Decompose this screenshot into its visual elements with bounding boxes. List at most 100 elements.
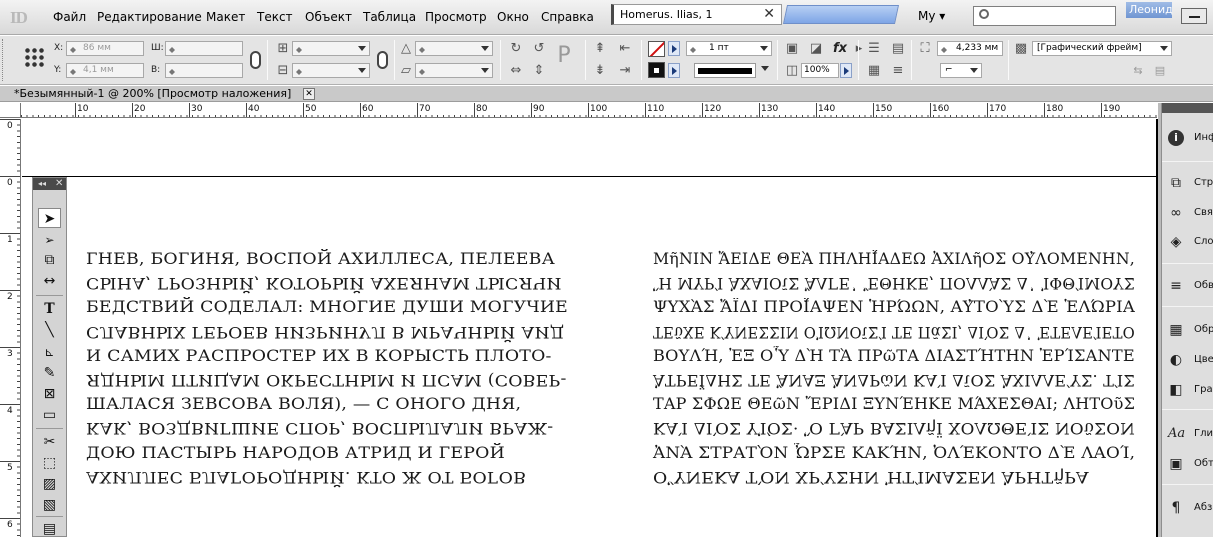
page-tool-icon[interactable]: ⧉: [38, 250, 61, 270]
panel-grip[interactable]: [2, 39, 5, 81]
close-icon[interactable]: ✕: [55, 178, 63, 189]
menu-window[interactable]: Окно: [497, 10, 529, 24]
gradient-feather-tool-icon[interactable]: ▧: [38, 495, 61, 515]
select-next-icon[interactable]: ⇥: [617, 63, 633, 79]
text-frame-greek[interactable]: ΜῆΝΙΝ ἌΕΙΔΕ ΘΕᾺ ΠΗΛΗΪ́ΑΔΕΩ ἈΧΙΛῆΟΣ ΟΥ̓ΛΟ…: [653, 247, 1135, 489]
corner-shape-select[interactable]: ⌐: [940, 63, 982, 78]
menu-object[interactable]: Объект: [305, 10, 352, 24]
free-transform-tool-icon[interactable]: ⬚: [38, 453, 61, 473]
chevron-down-icon[interactable]: [478, 42, 492, 55]
vertical-ruler[interactable]: 0 0 1 2 3 4 5 6: [0, 119, 21, 537]
scale-y-field[interactable]: [292, 63, 370, 78]
dock-item-layers[interactable]: ◈ Сло: [1162, 228, 1213, 256]
opacity-field[interactable]: 100%: [801, 63, 839, 78]
reference-point-icon[interactable]: [24, 47, 44, 67]
close-icon[interactable]: ✕: [763, 6, 775, 22]
close-icon[interactable]: ✕: [303, 88, 315, 100]
document-tab[interactable]: Homerus. Ilias, 1 ✕: [611, 4, 782, 25]
text-wrap-none-icon[interactable]: ☰: [866, 41, 882, 57]
workspace-select[interactable]: My ▾: [918, 9, 945, 23]
chevron-down-icon[interactable]: [355, 64, 369, 77]
chevron-down-icon[interactable]: [757, 42, 771, 55]
gap-tool-icon[interactable]: ↔: [38, 271, 61, 291]
text-frame-russian[interactable]: ГНЕВ, БОГИНЯ, ВОСПОЙ АХИЛЛЕСА, ПЕЛЕЕВА СЫ…: [86, 247, 568, 489]
note-tool-icon[interactable]: ▤: [38, 519, 61, 537]
stroke-swatch[interactable]: [648, 41, 665, 57]
pen-tool-icon[interactable]: ⊾: [38, 342, 61, 362]
rectangle-frame-tool-icon[interactable]: ⊠: [38, 384, 61, 404]
shear-field[interactable]: [415, 63, 493, 78]
clear-overrides-icon[interactable]: ⇆: [1130, 63, 1146, 79]
chevron-down-icon[interactable]: [478, 64, 492, 77]
select-container-icon[interactable]: ⇞: [592, 41, 608, 57]
dock-item-gradient[interactable]: ◧ Гра: [1162, 376, 1213, 404]
spin-icon[interactable]: [69, 66, 77, 75]
rotate-ccw-icon[interactable]: ↺: [531, 41, 547, 57]
fill-swatch-menu[interactable]: [668, 63, 680, 78]
h-field[interactable]: [165, 63, 243, 78]
collapse-icon[interactable]: ◂◂: [38, 179, 46, 188]
constrain-proportions-icon[interactable]: [250, 51, 261, 69]
w-field[interactable]: [165, 41, 243, 56]
menu-file[interactable]: Файл: [53, 10, 86, 24]
scissors-tool-icon[interactable]: ✂: [38, 432, 61, 452]
dock-item-text-wrap[interactable]: ▣ Обт: [1162, 450, 1213, 478]
flip-h-icon[interactable]: ⇔: [508, 63, 524, 79]
type-tool-icon[interactable]: T: [38, 299, 61, 319]
chevron-down-icon[interactable]: [967, 64, 981, 77]
spin-icon[interactable]: [295, 66, 303, 75]
horizontal-ruler[interactable]: 10 20 30 40 50 60 70 80 90 100 110 120 130 140 150 160 1…: [21, 103, 1157, 118]
opacity-menu[interactable]: [840, 63, 852, 78]
effects-icon[interactable]: fx: [832, 41, 848, 57]
spin-icon[interactable]: [689, 44, 697, 53]
ruler-origin[interactable]: [0, 103, 21, 118]
menu-layout[interactable]: Макет: [206, 10, 245, 24]
menu-view[interactable]: Просмотр: [425, 10, 487, 24]
y-field[interactable]: 4,1 мм: [66, 63, 144, 78]
dock-item-swatches[interactable]: ▦ Обр: [1162, 316, 1213, 344]
rotate-cw-icon[interactable]: ↻: [508, 41, 524, 57]
rotate-field[interactable]: [415, 41, 493, 56]
drop-shadow-icon[interactable]: ▣: [784, 41, 800, 57]
minimize-button[interactable]: [1181, 8, 1207, 24]
dock-item-color[interactable]: ◐ Цве: [1162, 346, 1213, 374]
dock-item-pages[interactable]: ⧉ Стр: [1162, 169, 1213, 197]
pencil-tool-icon[interactable]: ✎: [38, 363, 61, 383]
effects-menu-icon[interactable]: ▸: [851, 41, 867, 57]
document-tab-inactive[interactable]: [782, 5, 900, 24]
spin-icon[interactable]: [418, 44, 426, 53]
offset-field[interactable]: 4,233 мм: [937, 41, 1003, 56]
chevron-down-icon[interactable]: [1157, 42, 1171, 55]
select-content-icon[interactable]: ⇟: [592, 63, 608, 79]
rectangle-tool-icon[interactable]: ▭: [38, 405, 61, 425]
text-wrap-shape-icon[interactable]: ▦: [866, 63, 882, 79]
dock-item-links[interactable]: ∞ Свя: [1162, 199, 1213, 227]
menu-edit[interactable]: Редактирование: [97, 10, 202, 24]
menu-table[interactable]: Таблица: [363, 10, 416, 24]
dock-item-stroke[interactable]: ≡ Обв: [1162, 272, 1213, 300]
gradient-tool-icon[interactable]: ▨: [38, 474, 61, 494]
direct-selection-tool-icon[interactable]: ➢: [38, 230, 61, 250]
scale-x-field[interactable]: [292, 41, 370, 56]
spin-icon[interactable]: [418, 66, 426, 75]
fill-swatch[interactable]: [648, 62, 665, 78]
dock-item-paragraph[interactable]: ¶ Абз: [1162, 494, 1213, 522]
constrain-scale-icon[interactable]: [377, 51, 388, 69]
panel-menu-icon[interactable]: ▤: [1152, 63, 1168, 79]
user-name[interactable]: Леонид: [1126, 2, 1173, 18]
shadow-box-icon[interactable]: ◪: [808, 41, 824, 57]
spin-icon[interactable]: [168, 66, 176, 75]
stroke-swatch-menu[interactable]: [668, 41, 680, 56]
spin-icon[interactable]: [168, 44, 176, 53]
tools-panel-header[interactable]: ◂◂ ✕: [33, 178, 66, 190]
flip-v-icon[interactable]: ⇕: [531, 63, 547, 79]
x-field[interactable]: 86 мм: [66, 41, 144, 56]
text-wrap-box-icon[interactable]: ▤: [890, 41, 906, 57]
stroke-type-select[interactable]: [694, 63, 756, 78]
menu-type[interactable]: Текст: [257, 10, 293, 24]
text-wrap-jump-icon[interactable]: ≡: [890, 63, 906, 79]
dock-item-glyphs[interactable]: Aa Гли: [1162, 420, 1213, 448]
object-style-select[interactable]: [Графический фрейм]: [1032, 41, 1172, 56]
menu-help[interactable]: Справка: [541, 10, 594, 24]
search-input[interactable]: [973, 6, 1116, 26]
